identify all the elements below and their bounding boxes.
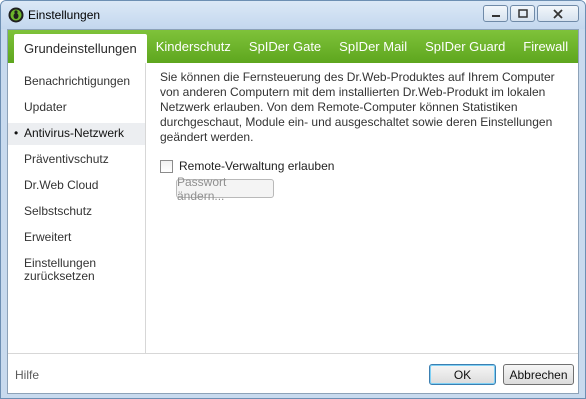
sidebar-item-selbstschutz[interactable]: Selbstschutz	[8, 201, 145, 223]
remote-management-checkbox[interactable]	[160, 159, 173, 173]
sidebar-item-label: Benachrichtigungen	[24, 74, 131, 88]
sidebar-item-label: Einstellungen zurücksetzen	[24, 256, 97, 283]
close-button[interactable]	[537, 5, 579, 22]
sidebar-item-label: Selbstschutz	[24, 204, 93, 218]
sidebar-item-einstellungen-zuruecksetzen[interactable]: Einstellungen zurücksetzen	[8, 253, 118, 288]
sidebar-item-updater[interactable]: Updater	[8, 97, 145, 119]
sidebar: Benachrichtigungen Updater • Antivirus-N…	[8, 63, 146, 353]
sidebar-item-benachrichtigungen[interactable]: Benachrichtigungen	[8, 71, 145, 93]
sidebar-item-label: Präventivschutz	[24, 152, 109, 166]
dialog-footer: Hilfe OK Abbrechen	[8, 353, 578, 393]
cancel-button[interactable]: Abbrechen	[503, 364, 574, 385]
sidebar-item-label: Dr.Web Cloud	[24, 178, 99, 192]
remote-management-option[interactable]: Remote-Verwaltung erlauben	[160, 159, 570, 173]
tab-firewall[interactable]: Firewall	[514, 30, 577, 63]
help-link[interactable]: Hilfe	[15, 368, 39, 382]
sidebar-item-label: Erweitert	[24, 230, 72, 244]
tab-spider-gate[interactable]: SpIDer Gate	[240, 30, 330, 63]
selected-bullet: •	[14, 126, 19, 140]
sidebar-item-antivirus-netzwerk[interactable]: • Antivirus-Netzwerk	[8, 123, 145, 145]
sidebar-item-label: Updater	[24, 100, 67, 114]
tab-bar: Grundeinstellungen Kinderschutz SpIDer G…	[8, 30, 578, 63]
title-bar[interactable]: Einstellungen	[1, 1, 585, 29]
sidebar-item-drweb-cloud[interactable]: Dr.Web Cloud	[8, 175, 145, 197]
close-icon	[553, 8, 563, 19]
sidebar-item-praeventivschutz[interactable]: Präventivschutz	[8, 149, 145, 171]
drweb-spider-icon	[8, 7, 24, 23]
sidebar-item-label: Antivirus-Netzwerk	[24, 126, 125, 140]
window-title: Einstellungen	[28, 8, 101, 22]
ok-button[interactable]: OK	[429, 364, 496, 385]
tab-spider-guard[interactable]: SpIDer Guard	[416, 30, 514, 63]
description-text: Sie können die Fernsteuerung des Dr.Web-…	[160, 70, 555, 144]
dialog-client-area: Grundeinstellungen Kinderschutz SpIDer G…	[7, 29, 579, 394]
tab-kinderschutz[interactable]: Kinderschutz	[147, 30, 240, 63]
minimize-button[interactable]	[483, 5, 508, 22]
remote-management-label[interactable]: Remote-Verwaltung erlauben	[179, 159, 334, 173]
maximize-icon	[517, 9, 528, 18]
settings-window: Einstellungen Grundeinstellungen Kinders…	[0, 0, 586, 399]
change-password-button: Passwort ändern...	[176, 175, 274, 203]
maximize-button[interactable]	[510, 5, 535, 22]
window-controls	[483, 5, 579, 22]
sidebar-item-erweitert[interactable]: Erweitert	[8, 227, 145, 249]
tab-spider-mail[interactable]: SpIDer Mail	[330, 30, 416, 63]
tab-grundeinstellungen[interactable]: Grundeinstellungen	[14, 34, 147, 63]
minimize-icon	[491, 14, 500, 17]
antivirus-network-panel: Sie können die Fernsteuerung des Dr.Web-…	[160, 70, 570, 203]
